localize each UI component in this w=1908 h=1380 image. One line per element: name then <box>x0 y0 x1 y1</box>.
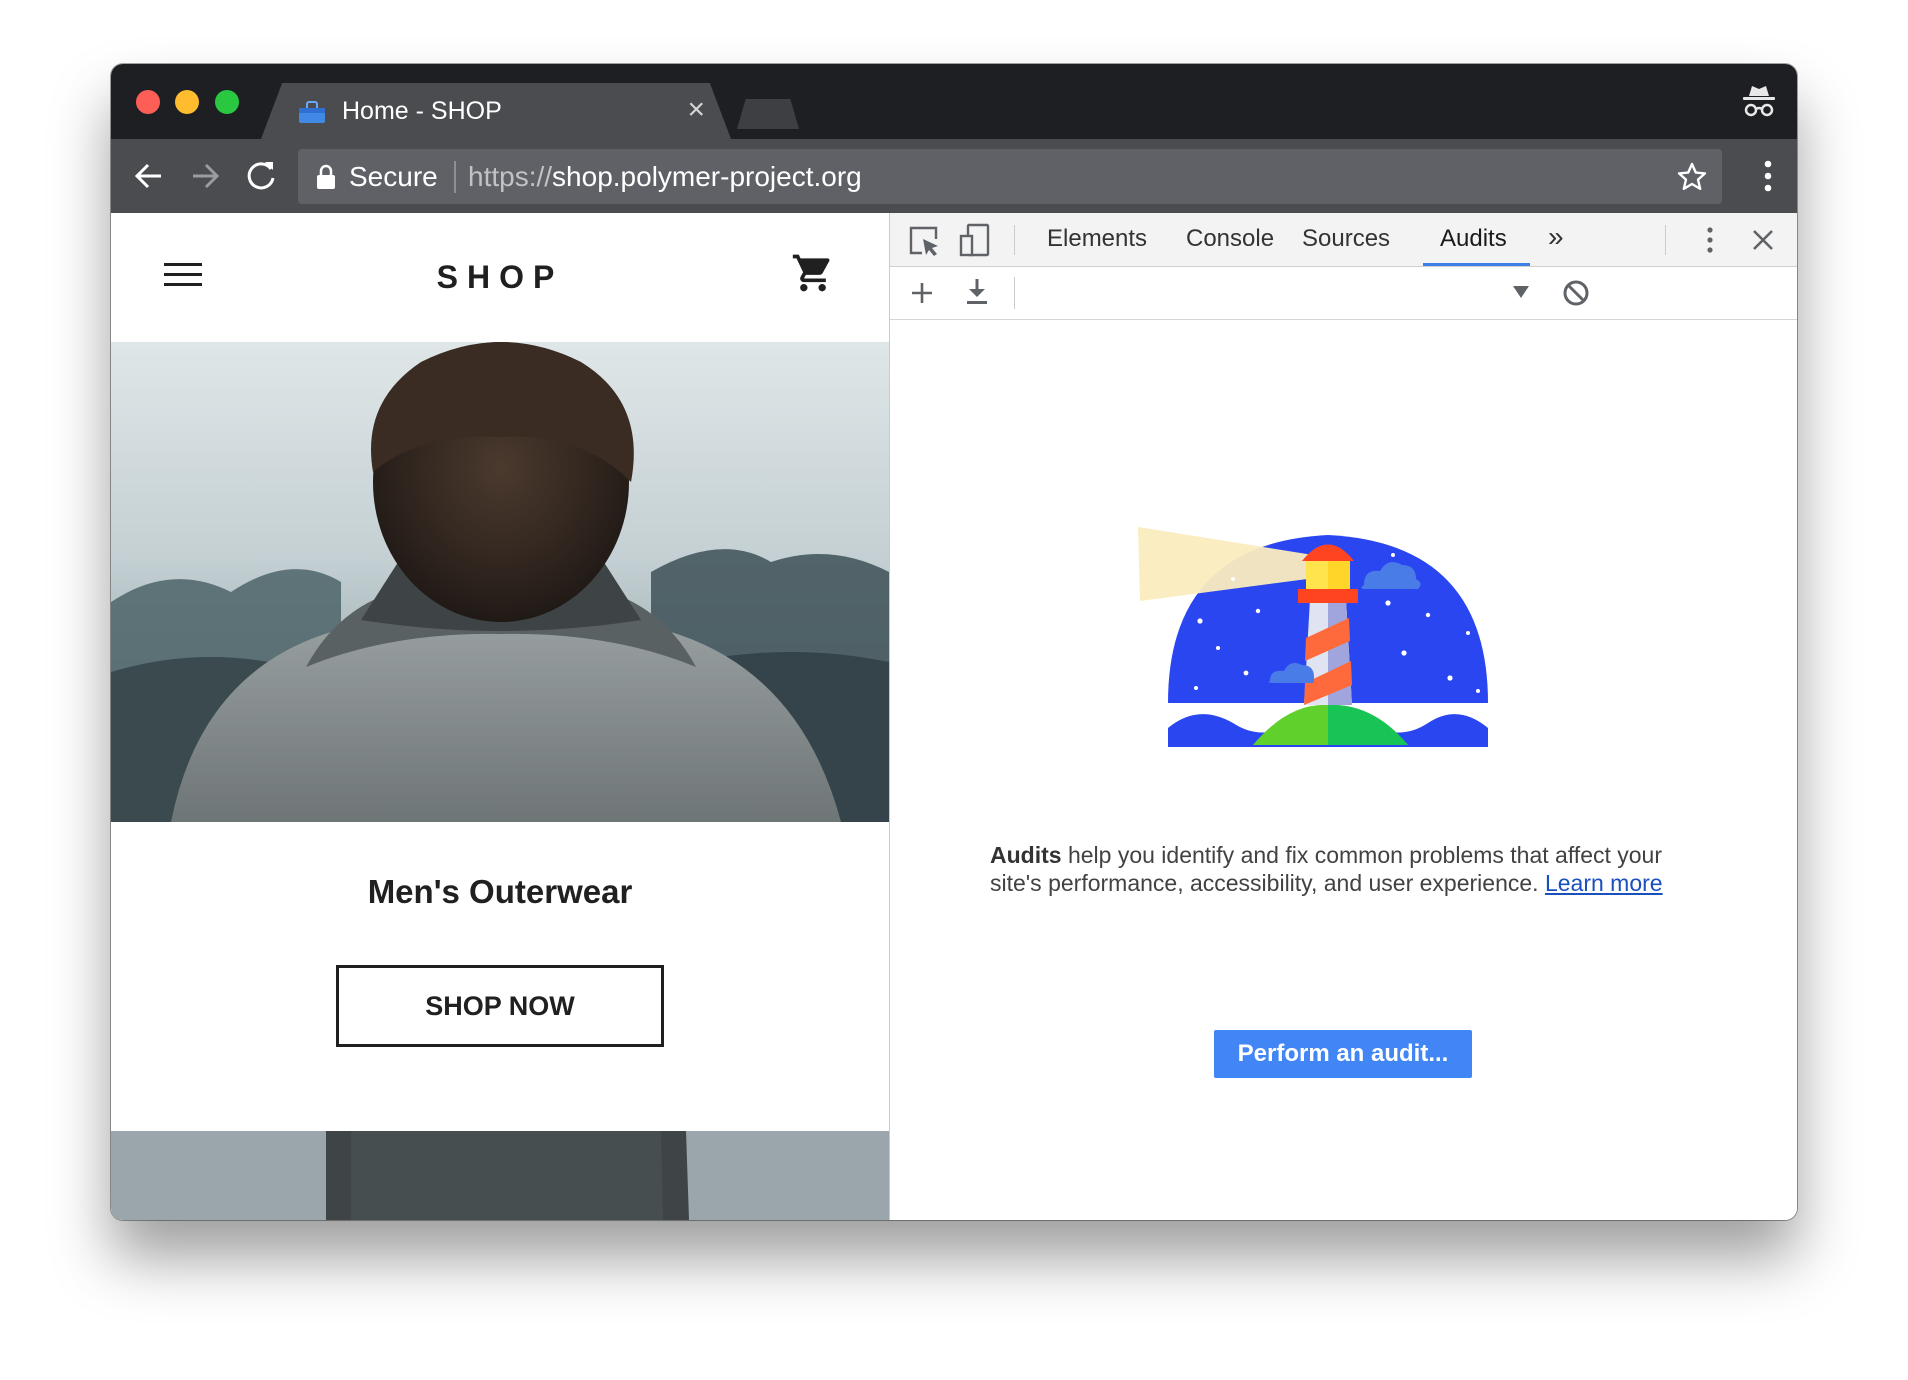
lock-icon <box>317 164 335 189</box>
devtools-menu-icon[interactable] <box>1704 223 1716 257</box>
hero-image-mens-outerwear <box>111 342 889 822</box>
category-title: Men's Outerwear <box>367 873 633 910</box>
bookmark-star-icon[interactable] <box>1676 161 1708 193</box>
perform-audit-button[interactable]: Perform an audit... <box>1214 1030 1472 1078</box>
web-page: SHOP Men's Outerwear SHOP NOW <box>111 213 889 1220</box>
device-toolbar-icon[interactable] <box>958 223 992 257</box>
tab-close-icon[interactable]: × <box>687 95 705 125</box>
zoom-window-button[interactable] <box>215 90 239 114</box>
tab-sources[interactable]: Sources <box>1302 224 1390 254</box>
browser-window: Home - SHOP × Secure https://shop.polyme… <box>111 64 1797 1220</box>
shop-favicon-icon <box>299 101 325 123</box>
devtools-tab-bar: Elements Console Sources Audits » <box>890 213 1797 267</box>
tab-title: Home - SHOP <box>342 97 502 125</box>
shopping-cart-icon[interactable] <box>791 251 835 295</box>
tab-console[interactable]: Console <box>1186 224 1274 254</box>
shop-logo[interactable]: SHOP <box>111 259 889 296</box>
address-separator <box>454 161 456 193</box>
incognito-icon <box>1743 86 1775 117</box>
url-scheme: https:// <box>468 161 553 192</box>
clear-all-icon[interactable] <box>1560 277 1592 309</box>
learn-more-link[interactable]: Learn more <box>1545 870 1663 896</box>
more-tabs-icon[interactable]: » <box>1548 221 1564 253</box>
shop-now-button[interactable]: SHOP NOW <box>336 965 664 1047</box>
devtools-separator <box>1014 277 1015 309</box>
browser-menu-icon[interactable] <box>1763 157 1773 195</box>
browser-toolbar: Secure https://shop.polymer-project.org <box>111 139 1797 213</box>
url-host: shop.polymer-project.org <box>552 161 862 192</box>
inspect-element-icon[interactable] <box>908 225 942 259</box>
address-bar[interactable]: Secure https://shop.polymer-project.org <box>298 149 1722 204</box>
new-audit-plus-icon[interactable] <box>906 277 938 309</box>
minimize-window-button[interactable] <box>175 90 199 114</box>
audits-toolbar <box>890 267 1797 320</box>
devtools-separator <box>1665 225 1666 255</box>
secure-label: Secure <box>349 161 438 192</box>
new-tab-button[interactable] <box>737 99 799 129</box>
tab-elements[interactable]: Elements <box>1047 224 1147 254</box>
browser-tab-home-shop[interactable]: Home - SHOP × <box>261 83 731 139</box>
audits-description-bold: Audits <box>990 842 1062 868</box>
devtools-panel: Elements Console Sources Audits » Audits… <box>889 213 1797 1220</box>
second-hero-image <box>111 1131 889 1220</box>
lighthouse-illustration-icon <box>1138 527 1488 747</box>
close-window-button[interactable] <box>136 90 160 114</box>
active-tab-indicator <box>1423 263 1530 266</box>
url-text[interactable]: https://shop.polymer-project.org <box>468 161 862 193</box>
back-arrow-icon[interactable] <box>130 157 168 195</box>
tab-audits[interactable]: Audits <box>1440 224 1507 254</box>
close-devtools-icon[interactable] <box>1748 225 1778 255</box>
title-bar: Home - SHOP × <box>111 64 1797 139</box>
audits-description: Audits help you identify and fix common … <box>990 841 1710 897</box>
reload-icon[interactable] <box>242 157 280 195</box>
download-report-icon[interactable] <box>962 276 992 308</box>
report-dropdown-arrow-icon[interactable] <box>1510 283 1532 301</box>
devtools-separator <box>1014 225 1015 255</box>
forward-arrow-icon[interactable] <box>186 157 224 195</box>
